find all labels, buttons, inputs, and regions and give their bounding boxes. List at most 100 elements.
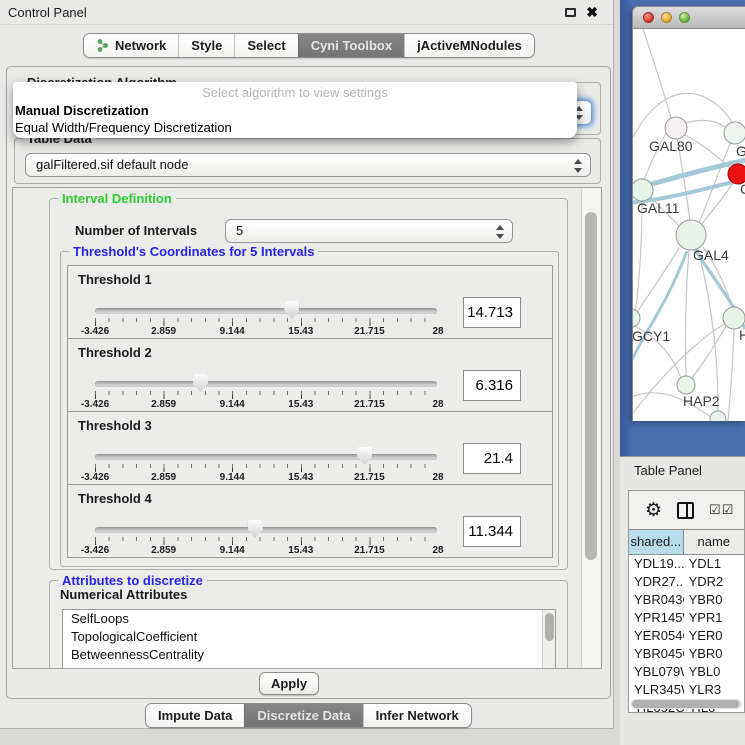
threshold-value-input[interactable]: 14.713	[463, 297, 521, 328]
settings-scrollbar-thumb[interactable]	[585, 212, 597, 560]
gear-icon[interactable]: ⚙	[645, 501, 662, 520]
column-header-shared-name[interactable]: shared...	[629, 530, 684, 554]
table-hscrollbar-thumb[interactable]	[632, 700, 739, 708]
network-node-label: H	[739, 327, 745, 343]
slider-thumb[interactable]	[357, 447, 372, 465]
table-cell[interactable]: YPR1	[684, 609, 744, 627]
network-node[interactable]	[676, 220, 706, 250]
table-cell[interactable]: YBR0	[684, 645, 744, 663]
slider-thumb[interactable]	[193, 374, 208, 392]
attributes-scrollbar-thumb[interactable]	[545, 613, 554, 641]
table-cell[interactable]: YBL0	[684, 663, 744, 681]
table-row[interactable]: YBR045CYBR0	[629, 645, 744, 663]
table-row[interactable]: YLR345WYLR3	[629, 681, 744, 699]
tab-infer-network[interactable]: Infer Network	[363, 704, 471, 727]
table-row[interactable]: YDL19...YDL1	[629, 555, 744, 573]
tab-discretize-data[interactable]: Discretize Data	[244, 704, 362, 727]
table-cell[interactable]: YBL079W	[629, 663, 684, 681]
tick-label: 21.715	[354, 472, 385, 483]
table-data-combobox-value: galFiltered.sif default node	[36, 157, 188, 172]
zoom-window-icon[interactable]	[679, 12, 690, 23]
checkboxes-icon[interactable]: ☑☑	[709, 502, 734, 518]
table-cell[interactable]: YDL1	[684, 555, 744, 573]
number-of-intervals-combobox[interactable]: 5	[225, 219, 513, 243]
tab-network[interactable]: Network	[84, 34, 178, 57]
tick-label: 15.43	[288, 545, 313, 556]
tick-label: 9.144	[220, 326, 245, 337]
threshold-panel: Threshold 3 -3.4262.8599.14415.4321.7152…	[67, 411, 553, 485]
network-node-label: GCY1	[633, 328, 670, 344]
table-header-row: shared... name	[629, 529, 744, 555]
table-cell[interactable]: YPR145W	[629, 609, 684, 627]
threshold-slider[interactable]	[95, 454, 437, 460]
numerical-attribute-item[interactable]: BetweennessCentrality	[63, 646, 555, 664]
network-node[interactable]	[633, 179, 653, 201]
tab-style[interactable]: Style	[178, 34, 234, 57]
table-row[interactable]: YDR27...YDR2	[629, 573, 744, 591]
tick-label: -3.426	[81, 326, 109, 337]
interval-definition-group-title: Interval Definition	[58, 191, 176, 206]
table-panel-header: Table Panel	[620, 456, 745, 484]
float-window-icon[interactable]	[565, 8, 576, 17]
close-window-icon[interactable]	[643, 12, 654, 23]
table-data-group: Table Data galFiltered.sif default node	[14, 138, 601, 184]
network-canvas[interactable]: GAL80GCGAL11GAL4GCY1HHAP2	[632, 29, 745, 421]
numerical-attribute-item[interactable]: SelfLoops	[63, 610, 555, 628]
table-row[interactable]: YBL079WYBL0	[629, 663, 744, 681]
close-icon[interactable]: ✖	[586, 0, 598, 25]
table-cell[interactable]: YBR0	[684, 591, 744, 609]
tick-label: -3.426	[81, 472, 109, 483]
table-cell[interactable]: YER0	[684, 627, 744, 645]
table-cell[interactable]: YLR345W	[629, 681, 684, 699]
network-node[interactable]	[710, 411, 726, 421]
threshold-slider[interactable]	[95, 381, 437, 387]
algorithm-option-equal-width-frequency[interactable]: Equal Width/Frequency Discretization	[13, 119, 577, 136]
settings-vertical-scrollbar[interactable]	[581, 189, 600, 667]
algorithm-option-manual-discretization[interactable]: Manual Discretization	[13, 102, 577, 119]
network-node[interactable]	[724, 122, 745, 144]
network-node[interactable]	[677, 376, 695, 394]
tab-impute-data[interactable]: Impute Data	[146, 704, 244, 727]
numerical-attributes-list[interactable]: SelfLoopsTopologicalCoefficientBetweenne…	[62, 609, 556, 669]
table-data-combobox[interactable]: galFiltered.sif default node	[25, 153, 591, 177]
threshold-value-input[interactable]: 6.316	[463, 370, 521, 401]
threshold-panel: Threshold 2 -3.4262.8599.14415.4321.7152…	[67, 338, 553, 412]
tab-jactivemnodules[interactable]: jActiveMNodules	[404, 34, 534, 57]
network-window-titlebar[interactable]	[632, 6, 745, 29]
network-node[interactable]	[665, 117, 687, 139]
tab-select[interactable]: Select	[234, 34, 297, 57]
table-cell[interactable]: YDL19...	[629, 555, 684, 573]
threshold-value-input[interactable]: 21.4	[463, 443, 521, 474]
network-node[interactable]	[633, 309, 640, 327]
threshold-slider[interactable]	[95, 308, 437, 314]
slider-thumb[interactable]	[248, 520, 263, 538]
tab-label: Cyni Toolbox	[311, 38, 392, 53]
apply-button[interactable]: Apply	[259, 672, 319, 695]
tab-cyni-toolbox[interactable]: Cyni Toolbox	[298, 34, 404, 57]
table-row[interactable]: YER054CYER0	[629, 627, 744, 645]
minimize-window-icon[interactable]	[661, 12, 672, 23]
table-row[interactable]: YBR043CYBR0	[629, 591, 744, 609]
attributes-scrollbar[interactable]	[542, 610, 555, 669]
table-cell[interactable]: YBR045C	[629, 645, 684, 663]
tick-label: 2.859	[151, 326, 176, 337]
table-cell[interactable]: YDR27...	[629, 573, 684, 591]
threshold-value-input[interactable]: 11.344	[463, 516, 521, 547]
slider-thumb[interactable]	[284, 301, 299, 319]
tab-label: jActiveMNodules	[417, 38, 522, 53]
column-header-name[interactable]: name	[684, 530, 744, 554]
threshold-slider[interactable]	[95, 527, 437, 533]
network-node-label: GAL4	[693, 247, 729, 263]
table-cell[interactable]: YER054C	[629, 627, 684, 645]
numerical-attribute-item[interactable]: TopologicalCoefficient	[63, 628, 555, 646]
table-row[interactable]: YPR145WYPR1	[629, 609, 744, 627]
network-node[interactable]	[723, 307, 745, 329]
table-cell[interactable]: YBR043C	[629, 591, 684, 609]
tick-label: 2.859	[151, 472, 176, 483]
table-cell[interactable]: YDR2	[684, 573, 744, 591]
table-horizontal-scrollbar[interactable]	[631, 699, 742, 709]
columns-icon[interactable]	[677, 502, 694, 519]
table-cell[interactable]: YLR3	[684, 681, 744, 699]
slider-ticks	[95, 318, 438, 326]
table-toolbar: ⚙ ☑☑	[629, 491, 744, 529]
